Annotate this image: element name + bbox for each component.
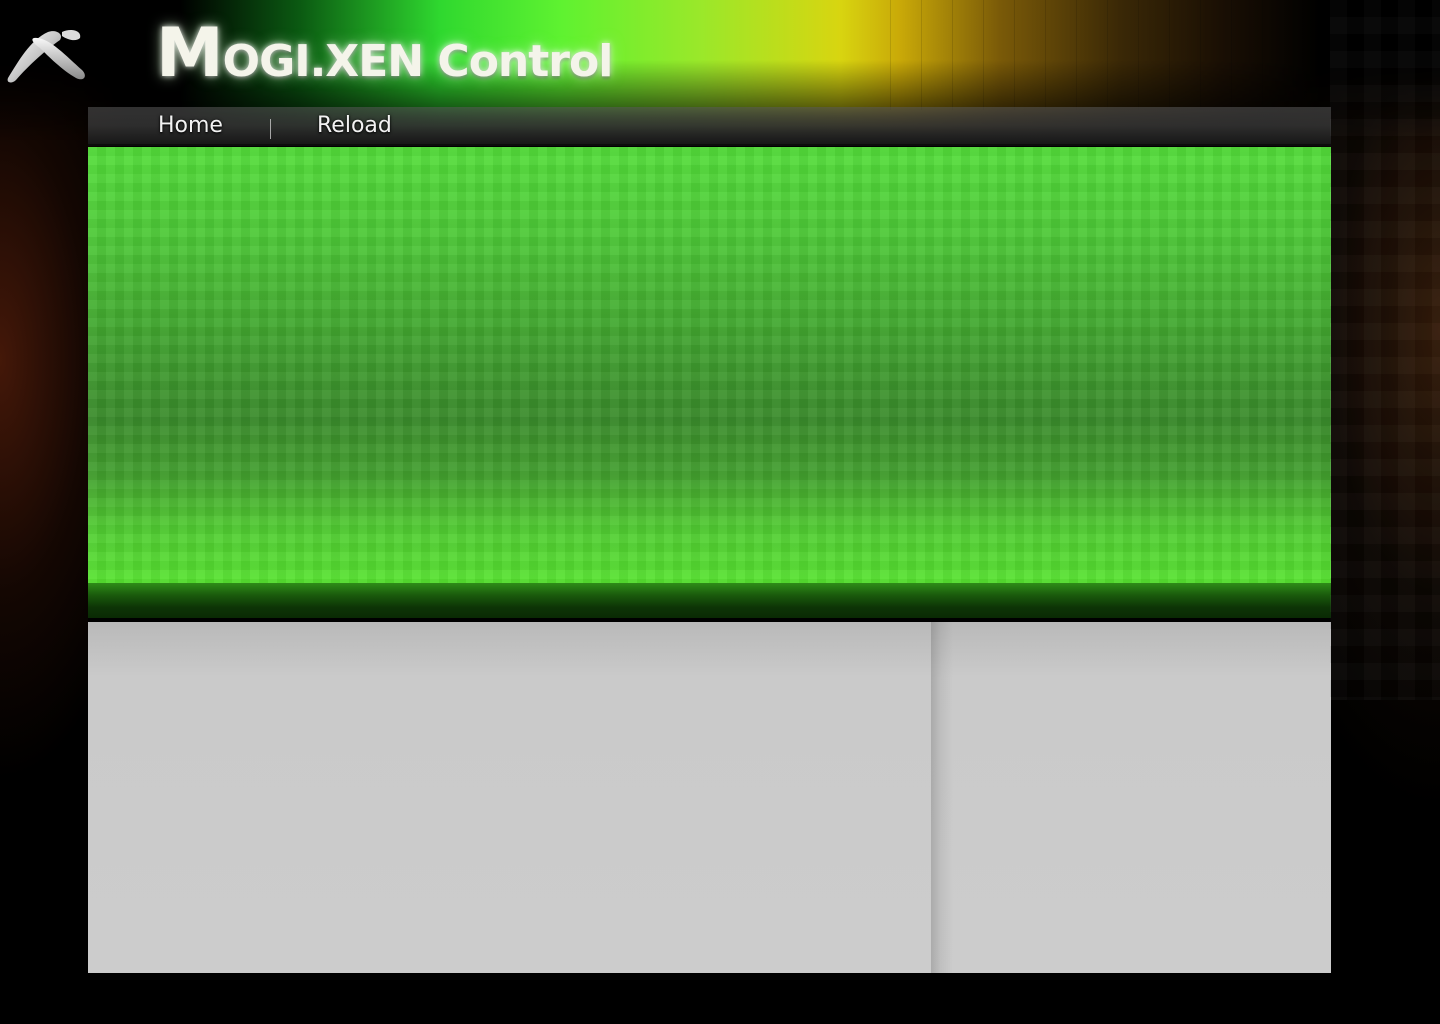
nav-bar: Home Reload <box>88 107 1331 146</box>
nav-reload-link[interactable]: Reload <box>317 107 392 144</box>
main-content-panel <box>88 622 931 973</box>
banner-footer-strip <box>88 583 1331 618</box>
nav-separator <box>270 119 271 139</box>
banner-panel <box>88 147 1331 583</box>
nav-home-link[interactable]: Home <box>158 107 223 144</box>
page: MOGI.XEN Control Home Reload <box>0 0 1440 1024</box>
app-title: MOGI.XEN Control <box>156 14 614 94</box>
header-texture <box>860 0 1340 110</box>
sidebar-panel <box>931 622 1331 973</box>
mogixen-logo-icon[interactable] <box>4 26 88 84</box>
app-title-initial: M <box>156 14 224 93</box>
app-title-rest: OGI.XEN Control <box>222 36 614 87</box>
